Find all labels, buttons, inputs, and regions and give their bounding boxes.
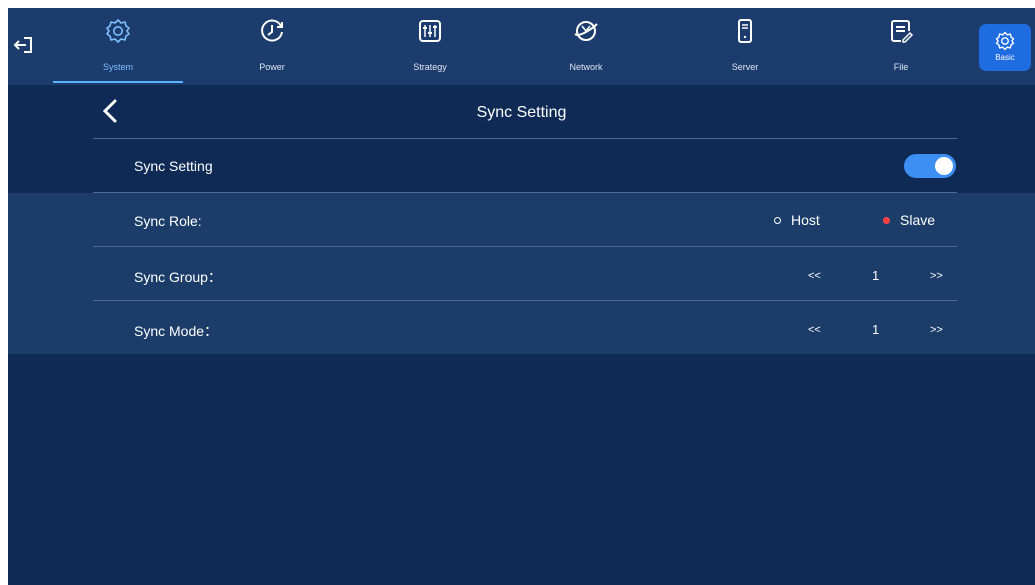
tab-system-label: System (102, 62, 133, 72)
tab-strategy[interactable]: Strategy (380, 8, 480, 85)
gear-icon (995, 31, 1015, 51)
power-timer-icon (261, 19, 283, 42)
sync-setting-label: Sync Setting (134, 158, 213, 174)
sliders-icon (419, 20, 441, 42)
radio-host-label: Host (791, 212, 820, 228)
divider (93, 300, 957, 301)
network-icon (574, 21, 598, 41)
sync-group-decrement-button[interactable]: << (808, 270, 821, 282)
tab-network-label: Network (569, 62, 603, 72)
tab-system[interactable]: System (53, 8, 183, 85)
sync-group-value: 1 (872, 268, 880, 283)
divider (93, 192, 957, 193)
gear-icon (106, 19, 130, 43)
toggle-knob (935, 157, 953, 175)
sync-mode-increment-button[interactable]: >> (930, 324, 943, 336)
sync-mode-value: 1 (872, 322, 880, 337)
tab-power-label: Power (259, 62, 285, 72)
top-nav-bar: System Power Strategy Network Server Fil… (8, 8, 1035, 85)
radio-host[interactable]: Host (774, 212, 820, 228)
sync-group-label: Sync Group： (134, 269, 222, 285)
tab-network[interactable]: Network (536, 8, 636, 85)
radio-slave-label: Slave (900, 212, 936, 228)
radio-unselected-icon (774, 216, 781, 224)
tab-server-label: Server (731, 62, 759, 72)
server-icon (738, 19, 752, 43)
radio-selected-icon (883, 216, 890, 224)
sync-setting-toggle[interactable] (904, 154, 956, 178)
tab-file[interactable]: File (851, 8, 951, 85)
tab-strategy-label: Strategy (413, 62, 447, 72)
divider (93, 246, 957, 247)
app-screen: System Power Strategy Network Server Fil… (8, 8, 1035, 585)
basic-button-label: Basic (995, 53, 1015, 62)
tab-server[interactable]: Server (695, 8, 795, 85)
sync-mode-label: Sync Mode： (134, 323, 219, 339)
exit-icon[interactable] (12, 35, 34, 55)
tab-power[interactable]: Power (222, 8, 322, 85)
radio-slave[interactable]: Slave (883, 212, 935, 228)
page-title: Sync Setting (476, 104, 567, 121)
divider (93, 138, 957, 139)
sync-group-increment-button[interactable]: >> (930, 270, 943, 282)
basic-button[interactable]: Basic (979, 24, 1031, 71)
sync-mode-decrement-button[interactable]: << (808, 324, 821, 336)
tab-file-label: File (893, 62, 909, 72)
file-icon (891, 20, 914, 43)
sync-role-label: Sync Role: (134, 213, 202, 229)
